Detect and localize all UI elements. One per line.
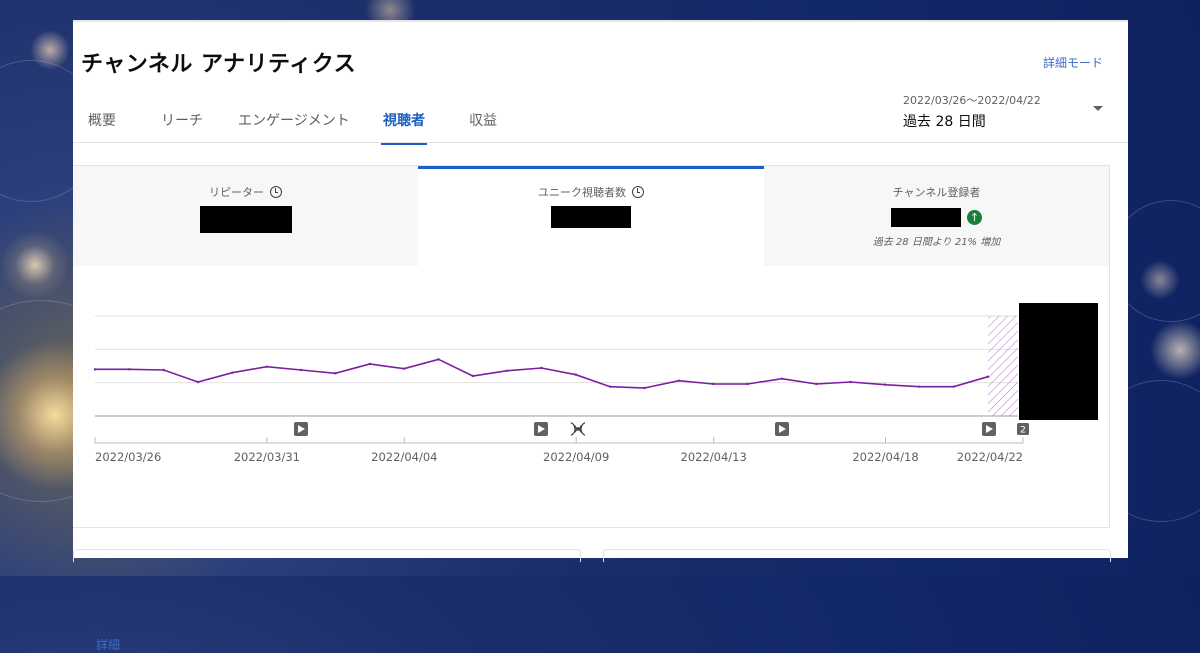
data-point[interactable]: [608, 385, 612, 388]
data-point[interactable]: [746, 382, 749, 386]
arrow-up-icon: ↑: [967, 210, 982, 225]
data-point[interactable]: [986, 375, 990, 378]
data-point[interactable]: [540, 366, 543, 370]
data-point[interactable]: [643, 386, 646, 390]
metric-label: ユニーク視聴者数: [538, 186, 626, 199]
chevron-down-icon[interactable]: [1093, 106, 1103, 111]
video-icon[interactable]: [294, 422, 308, 436]
series-line: [95, 358, 989, 389]
tab-reach[interactable]: リーチ: [161, 110, 203, 142]
x-tick-label: 2022/03/31: [234, 450, 300, 464]
clock-icon: [632, 186, 644, 198]
metric-subscribers[interactable]: チャンネル登録者 ↑ 過去 28 日間より 21% 増加: [764, 166, 1109, 266]
details-link[interactable]: 詳細: [96, 636, 120, 653]
subscriber-change-text: 過去 28 日間より 21% 増加: [872, 237, 1001, 248]
x-tick-label: 2022/04/13: [681, 450, 747, 464]
redacted-axis-labels: [1019, 303, 1098, 420]
bottom-card-left: [73, 549, 581, 562]
redacted-value: [891, 208, 961, 227]
video-icon[interactable]: [534, 422, 548, 436]
data-point[interactable]: [505, 369, 509, 372]
metric-label: リピーター: [209, 186, 264, 199]
tabs-divider: [73, 142, 1128, 143]
bottom-card-right: [603, 549, 1111, 562]
background-bokeh: [1150, 320, 1200, 380]
data-point[interactable]: [712, 382, 715, 386]
svg-text:2: 2: [1020, 426, 1026, 436]
x-tick-label: 2022/04/04: [371, 450, 437, 464]
x-tick-label: 2022/04/22: [957, 450, 1023, 464]
data-point[interactable]: [918, 385, 921, 388]
date-period: 過去 28 日間: [903, 114, 986, 130]
data-point[interactable]: [815, 382, 818, 386]
count-badge[interactable]: 2: [1017, 423, 1029, 436]
data-point[interactable]: [128, 368, 131, 371]
data-point[interactable]: [574, 373, 578, 376]
data-point[interactable]: [93, 368, 97, 371]
video-icon[interactable]: [775, 422, 789, 436]
data-point[interactable]: [471, 374, 475, 378]
tab-overview[interactable]: 概要: [88, 110, 116, 142]
metrics-card: リピーター ユニーク視聴者数 チャンネル登録者 ↑ 過去 28 日間より 21%…: [73, 165, 1110, 652]
x-tick-label: 2022/03/26: [95, 450, 161, 464]
data-point[interactable]: [780, 377, 784, 380]
data-point[interactable]: [299, 368, 303, 372]
viewers-line-chart: 2 2022/03/26 2022/03/31 2022/04/04 2022/04/…: [93, 303, 1098, 464]
tab-engagement[interactable]: エンゲージメント: [238, 110, 350, 142]
redacted-value: [551, 206, 631, 228]
advanced-mode-link[interactable]: 詳細モード: [1043, 54, 1103, 71]
data-point[interactable]: [437, 358, 440, 361]
data-point[interactable]: [265, 365, 268, 368]
date-selector[interactable]: 2022/03/26〜2022/04/22 過去 28 日間: [903, 92, 1041, 131]
date-range: 2022/03/26〜2022/04/22: [903, 94, 1041, 107]
data-point[interactable]: [677, 379, 681, 382]
live-icon[interactable]: [570, 422, 586, 436]
tab-audience[interactable]: 視聴者: [381, 110, 427, 145]
x-tick-label: 2022/04/09: [543, 450, 609, 464]
page-title: チャンネル アナリティクス: [81, 52, 357, 77]
video-icon[interactable]: [982, 422, 996, 436]
data-point[interactable]: [231, 371, 234, 374]
metric-returning-viewers[interactable]: リピーター: [73, 166, 418, 266]
incomplete-data-region: [988, 316, 1018, 416]
analytics-panel: チャンネル アナリティクス 詳細モード 概要 リーチ エンゲージメント 視聴者 …: [73, 20, 1128, 652]
data-point[interactable]: [368, 362, 371, 366]
redacted-value: [199, 206, 292, 233]
x-tick-label: 2022/04/18: [852, 450, 918, 464]
metric-label: チャンネル登録者: [892, 186, 981, 199]
data-point[interactable]: [883, 383, 887, 386]
data-point[interactable]: [402, 367, 406, 370]
data-point[interactable]: [334, 372, 337, 375]
clock-icon: [270, 186, 282, 198]
tab-revenue[interactable]: 収益: [469, 110, 497, 142]
data-point[interactable]: [849, 380, 852, 384]
background-bokeh: [0, 230, 70, 300]
metric-unique-viewers[interactable]: ユニーク視聴者数: [418, 166, 764, 269]
data-point[interactable]: [952, 385, 955, 388]
data-point[interactable]: [162, 368, 165, 372]
data-point[interactable]: [196, 380, 200, 384]
